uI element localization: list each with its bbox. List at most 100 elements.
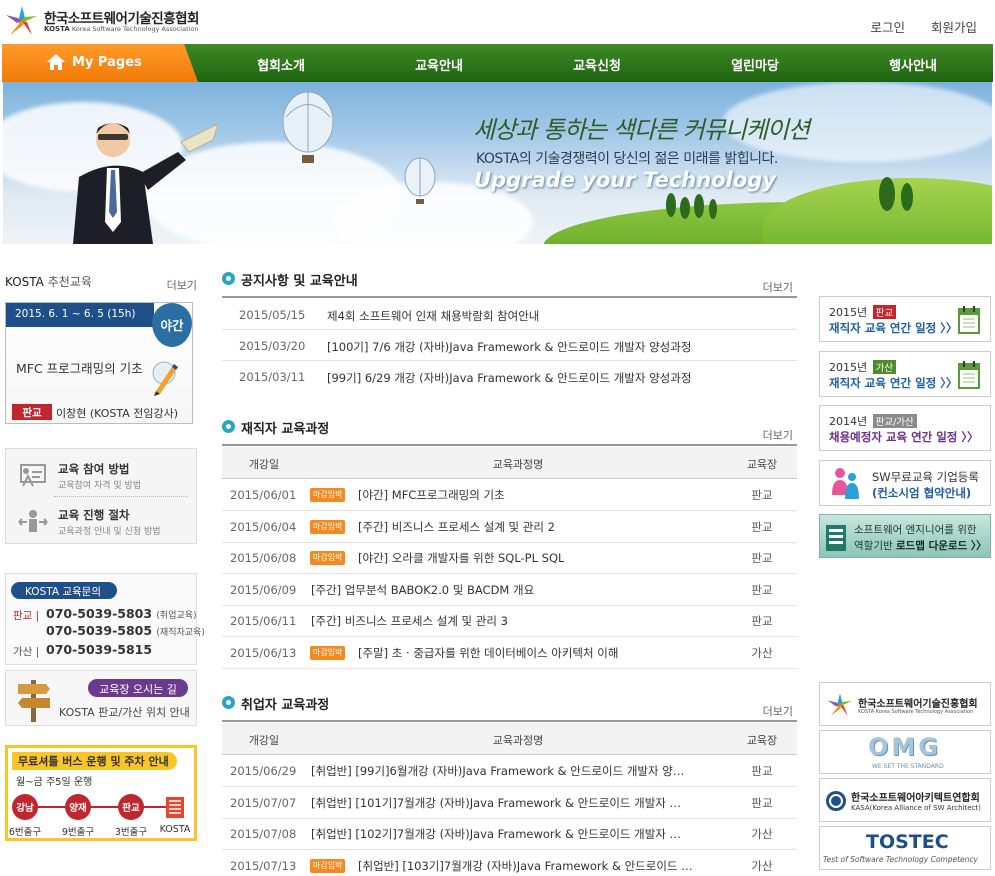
notice-date: 2015/03/20 bbox=[239, 339, 306, 353]
partner-tostec-sub: Test of Software Technology Competency bbox=[823, 855, 978, 864]
course-date: 2015/06/29 bbox=[230, 764, 297, 778]
guide-process-link[interactable]: 교육 진행 절차 교육과정 안내 및 신청 방법 bbox=[6, 497, 196, 543]
closing-soon-badge: 마감임박 bbox=[310, 858, 346, 873]
sw-free-education-link[interactable]: SW무료교육 기업등록 (컨소시엄 협약안내) bbox=[819, 460, 991, 506]
schedule-label: 재직자 교육 연간 일정 〉〉 bbox=[829, 321, 958, 335]
course-name: [야간] MFC프로그래밍의 기초 bbox=[358, 488, 505, 502]
partner-tostec-logo: TOSTEC bbox=[866, 831, 949, 853]
course-location: 판교 bbox=[751, 582, 773, 597]
closing-soon-badge: 마감임박 bbox=[310, 645, 346, 660]
guide-participation-sub: 교육참여 자격 및 방법 bbox=[58, 481, 142, 491]
course-location: 가산 bbox=[751, 858, 773, 873]
schedule-label: 채용예정자 교육 연간 일정 〉〉 bbox=[829, 430, 979, 444]
guide-process-sub: 교육과정 안내 및 신청 방법 bbox=[58, 527, 161, 537]
schedule-tag: 판교 bbox=[872, 305, 897, 319]
inquiry-title: KOSTA 교육문의 bbox=[11, 582, 117, 599]
course-name: [야간] 오라클 개발자를 위한 SQL-PL SQL bbox=[358, 551, 565, 565]
nav-item-education-info[interactable]: 교육안내 bbox=[415, 55, 463, 74]
course-row[interactable]: 2015/06/08 마감임박 [야간] 오라클 개발자를 위한 SQL-PL SQ… bbox=[222, 542, 797, 574]
course-date: 2015/06/04 bbox=[230, 519, 297, 534]
inquiry-phone-1: 070-5039-5803 (취업교육) bbox=[46, 606, 197, 621]
nav-item-open-forum[interactable]: 열린마당 bbox=[731, 55, 779, 74]
signup-link[interactable]: 회원가입 bbox=[931, 20, 977, 35]
partner-kosta-link[interactable]: 한국소프트웨어기술진흥협회 KOSTA Korea Software Techn… bbox=[819, 682, 991, 726]
recommend-header: KOSTA 추천교육 더보기 bbox=[5, 273, 197, 293]
employed-header: 재직자 교육과정 더보기 bbox=[222, 418, 797, 446]
jobseeker-title: 취업자 교육과정 bbox=[241, 698, 330, 713]
course-location: 판교 bbox=[751, 551, 773, 565]
kosta-building-icon bbox=[166, 797, 184, 818]
schedule-recruit-link[interactable]: 2014년 판교/가산 채용예정자 교육 연간 일정 〉〉 bbox=[819, 405, 991, 451]
guide-participation-link[interactable]: 교육 참여 방법 교육참여 자격 및 방법 bbox=[6, 451, 196, 497]
course-date: 2015/06/01 bbox=[230, 488, 297, 502]
kosta-logo-icon bbox=[6, 6, 37, 35]
partner-kosta-name: 한국소프트웨어기술진흥협회 bbox=[858, 699, 978, 710]
schedule-pangyo-link[interactable]: 2015년 판교 재직자 교육 연간 일정 〉〉 bbox=[819, 296, 991, 342]
course-row[interactable]: 2015/06/01 마감임박 [야간] MFC프로그래밍의 기초 판교 bbox=[222, 479, 797, 511]
course-name: [주간] 비즈니스 프로세스 설계 및 관리 2 bbox=[358, 519, 555, 534]
jobseeker-more-link[interactable]: 더보기 bbox=[763, 703, 793, 719]
notice-row[interactable]: 2015/03/20 [100기] 7/6 개강 (자바)Java Framew… bbox=[222, 330, 797, 361]
process-icon bbox=[18, 510, 48, 532]
banner-tagline: KOSTA의 기술경쟁력이 당신의 젊은 미래를 밝힙니다. bbox=[476, 151, 778, 167]
course-location: 가산 bbox=[751, 827, 773, 841]
login-link[interactable]: 로그인 bbox=[870, 20, 905, 35]
schedule-label: 재직자 교육 연간 일정 〉〉 bbox=[829, 376, 958, 390]
notice-row[interactable]: 2015/03/11 [99기] 6/29 개강 (자바)Java Framew… bbox=[222, 361, 797, 392]
course-row[interactable]: 2015/06/11 [주간] 비즈니스 프로세스 설계 및 관리 3 판교 bbox=[222, 605, 797, 637]
calendar-icon bbox=[958, 306, 980, 334]
course-row[interactable]: 2015/06/04 마감임박 [주간] 비즈니스 프로세스 설계 및 관리 2 판교 bbox=[222, 511, 797, 543]
closing-soon-badge: 마감임박 bbox=[310, 488, 346, 502]
course-row[interactable]: 2015/07/08 [취업반] [102기]7월개강 (자바)Java Fram… bbox=[222, 818, 797, 850]
notice-more-link[interactable]: 더보기 bbox=[763, 279, 793, 295]
bus-stop-kosta: KOSTA bbox=[159, 824, 191, 835]
notice-row[interactable]: 2015/05/15 제4회 소프트웨어 인재 채용박람회 참여안내 bbox=[222, 299, 797, 330]
roadmap-line-2: 역할기반 로드맵 다운로드 〉〉 bbox=[854, 540, 987, 552]
inquiry-gasan-label: 가산 | bbox=[13, 646, 40, 658]
roadmap-line-1: 소프트웨어 엔지니어를 위한 bbox=[854, 524, 977, 536]
course-row[interactable]: 2015/06/09 [주간] 업무분석 BABOK2.0 및 BACDM 개요 판… bbox=[222, 574, 797, 606]
course-date: 2015/06/09 bbox=[230, 582, 297, 597]
course-name: [취업반] [99기]6월개강 (자바)Java Framework & 안드로… bbox=[311, 764, 685, 778]
employed-more-link[interactable]: 더보기 bbox=[763, 427, 793, 443]
bus-schedule: 월~금 주5일 운행 bbox=[16, 777, 93, 788]
nav-item-about[interactable]: 협회소개 bbox=[257, 55, 305, 74]
col-location: 교육장 bbox=[746, 734, 778, 747]
shuttle-bus-info[interactable]: 무료셔틀 버스 운행 및 주차 안내 월~금 주5일 운행 강남 양재 판교 6… bbox=[5, 745, 197, 841]
banner-upgrade: Upgrade your Technology bbox=[474, 168, 776, 192]
notice-title: 공지사항 및 교육안내 bbox=[241, 274, 358, 289]
nav-item-education-apply[interactable]: 교육신청 bbox=[573, 55, 621, 74]
recommend-card[interactable]: 2015. 6. 1 ~ 6. 5 (15h) 야간 MFC 프로그래밍의 기초… bbox=[5, 302, 193, 424]
course-row[interactable]: 2015/07/13 마감임박 [취업반] [103기]7월개강 (자바)Java … bbox=[222, 850, 797, 876]
banner-script: 세상과 통하는 색다른 커뮤니케이션 bbox=[473, 116, 810, 144]
nav-item-events[interactable]: 행사안내 bbox=[889, 55, 937, 74]
partner-tostec-link[interactable]: TOSTEC Test of Software Technology Compe… bbox=[819, 826, 991, 870]
directions-title: 교육장 오시는 길 bbox=[88, 679, 188, 697]
schedule-tag: 판교/가산 bbox=[872, 414, 917, 428]
roadmap-icon bbox=[826, 525, 846, 551]
people-icon bbox=[832, 468, 859, 499]
course-location: 가산 bbox=[751, 645, 773, 660]
partner-kasa-sub: KASA(Korea Alliance of SW Architect) bbox=[851, 804, 981, 812]
kosta-logo[interactable]: 한국소프트웨어기술진흥협회 KOSTA Korea Software Techn… bbox=[4, 4, 214, 38]
partner-omg-link[interactable]: OMG WE SET THE STANDARD bbox=[819, 730, 991, 774]
course-row[interactable]: 2015/06/29 [취업반] [99기]6월개강 (자바)Java Frame… bbox=[222, 755, 797, 787]
kosta-partner-logo-icon bbox=[827, 693, 852, 716]
directions-link[interactable]: 교육장 오시는 길 KOSTA 판교/가산 위치 안내 bbox=[5, 670, 197, 726]
kasa-logo-icon bbox=[826, 791, 846, 811]
roadmap-download-link[interactable]: 소프트웨어 엔지니어를 위한 역할기반 로드맵 다운로드 〉〉 bbox=[819, 514, 991, 558]
course-row[interactable]: 2015/06/13 마감임박 [주말] 초 · 중급자를 위한 데이터베이스 아키… bbox=[222, 637, 797, 669]
my-pages-tab[interactable]: My Pages bbox=[2, 44, 198, 82]
recommend-location: 판교 bbox=[12, 404, 52, 420]
main-nav: My Pages 협회소개 교육안내 교육신청 열린마당 행사안내 bbox=[2, 44, 993, 82]
schedule-year: 2015년 가산 bbox=[829, 359, 897, 375]
recommend-more-link[interactable]: 더보기 bbox=[167, 277, 197, 293]
section-bullet-icon bbox=[222, 272, 235, 285]
course-row[interactable]: 2015/07/07 [취업반] [101기]7월개강 (자바)Java Fram… bbox=[222, 787, 797, 819]
schedule-gasan-link[interactable]: 2015년 가산 재직자 교육 연간 일정 〉〉 bbox=[819, 351, 991, 397]
notice-date: 2015/03/11 bbox=[239, 370, 306, 384]
course-name: [주말] 초 · 중급자를 위한 데이터베이스 아키텍처 이해 bbox=[358, 645, 619, 660]
partner-kasa-link[interactable]: 한국소프트웨어아키텍트연합회 KASA(Korea Alliance of SW… bbox=[819, 778, 991, 822]
education-guide: 교육 참여 방법 교육참여 자격 및 방법 교육 진행 절차 교육과정 안내 및… bbox=[5, 448, 197, 544]
closing-soon-badge: 마감임박 bbox=[310, 519, 346, 534]
